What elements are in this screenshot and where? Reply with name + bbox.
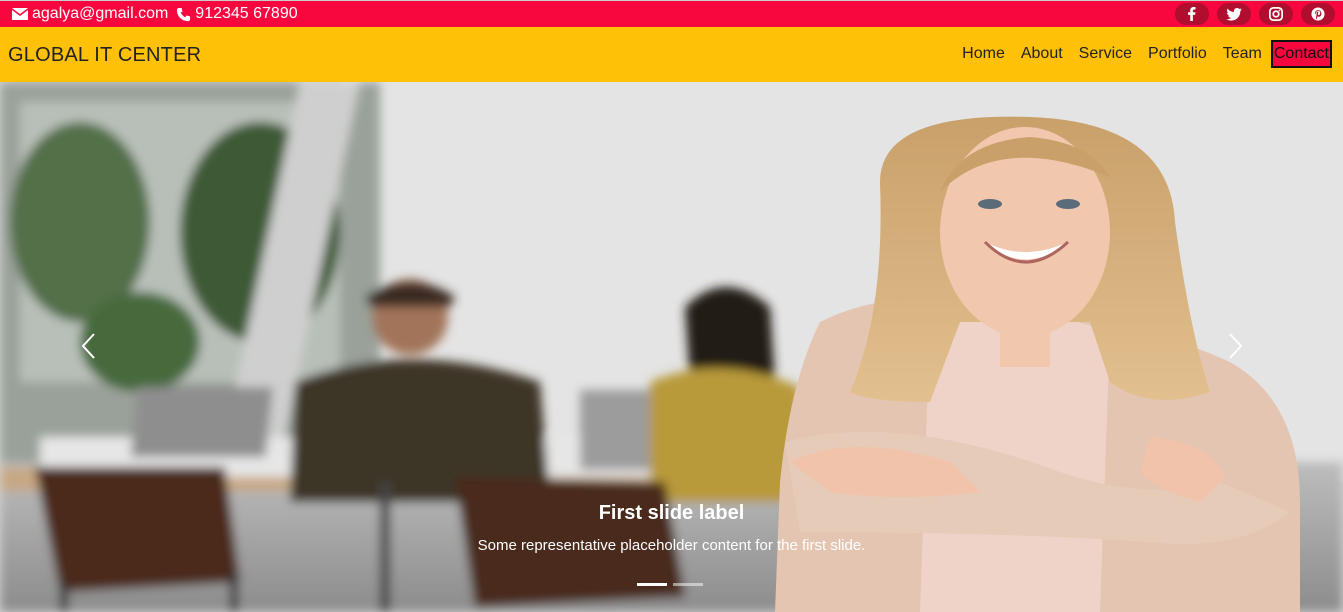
nav-portfolio[interactable]: Portfolio (1140, 41, 1215, 67)
carousel-caption-text: Some representative placeholder content … (477, 537, 866, 554)
chevron-left-icon (81, 333, 95, 359)
phone-item[interactable]: 912345 67890 (176, 5, 298, 23)
brand-logo-text[interactable]: GLOBAL IT CENTER (8, 44, 201, 67)
facebook-icon[interactable] (1175, 3, 1209, 25)
navbar: GLOBAL IT CENTER Home About Service Port… (0, 27, 1343, 82)
social-links (1175, 3, 1335, 25)
instagram-icon[interactable] (1259, 3, 1293, 25)
phone-icon (177, 7, 191, 21)
pinterest-icon[interactable] (1301, 3, 1335, 25)
nav-service[interactable]: Service (1071, 41, 1140, 67)
twitter-icon[interactable] (1217, 3, 1251, 25)
chevron-right-icon (1229, 333, 1243, 359)
slide-image (0, 82, 1343, 612)
main-nav: Home About Service Portfolio Team Contac… (954, 40, 1332, 68)
contact-info: agalya@gmail.com 912345 67890 (12, 5, 298, 23)
nav-about[interactable]: About (1013, 41, 1071, 67)
hero-carousel: First slide label Some representative pl… (0, 82, 1343, 612)
email-item[interactable]: agalya@gmail.com (12, 5, 168, 23)
carousel-next-button[interactable] (1228, 332, 1258, 372)
carousel-indicators (637, 583, 703, 586)
top-contact-bar: agalya@gmail.com 912345 67890 (0, 0, 1343, 27)
carousel-indicator-2[interactable] (673, 583, 703, 586)
phone-text: 912345 67890 (195, 5, 298, 22)
nav-contact[interactable]: Contact (1270, 40, 1332, 68)
envelope-icon (12, 8, 28, 20)
carousel-indicator-1[interactable] (637, 583, 667, 586)
carousel-caption-title: First slide label (598, 502, 745, 524)
email-text: agalya@gmail.com (32, 5, 169, 22)
nav-team[interactable]: Team (1215, 41, 1270, 67)
nav-home[interactable]: Home (954, 41, 1013, 67)
carousel-prev-button[interactable] (80, 332, 110, 372)
